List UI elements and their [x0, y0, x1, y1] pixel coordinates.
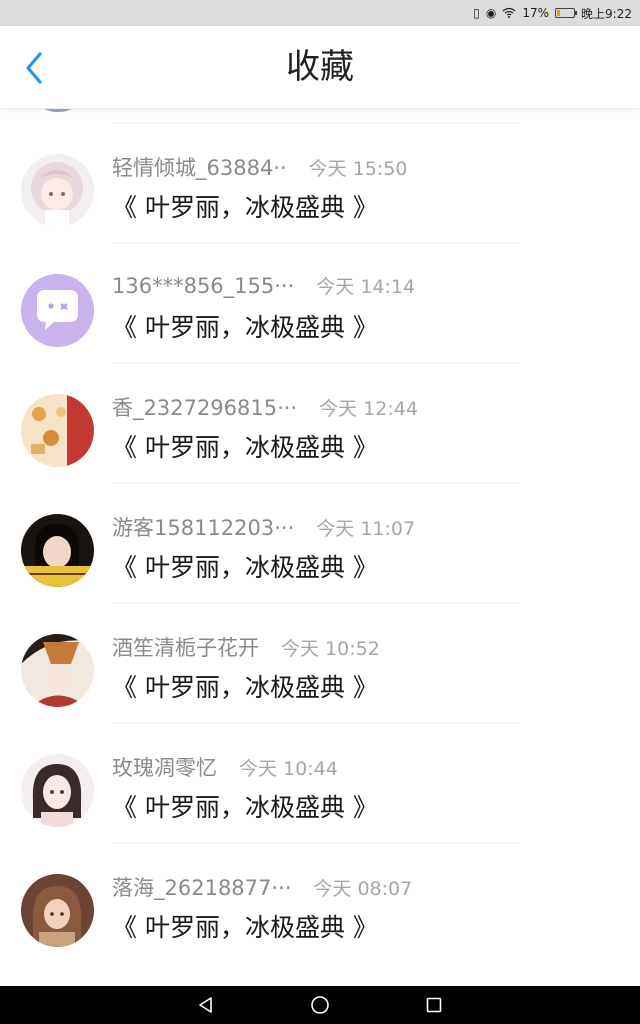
item-author: 落海_26218877··· 今天 08:07 [112, 872, 412, 902]
nav-recents-button[interactable] [422, 993, 446, 1017]
item-content: 《 叶罗丽，冰极盛典 》 [112, 313, 378, 342]
nav-home-button[interactable] [308, 993, 332, 1017]
list-item[interactable]: 酒笙清栀子花开 今天 10:52 《 叶罗丽，冰极盛典 》 [0, 604, 640, 724]
item-content: 《 叶罗丽，冰极盛典 》 [112, 913, 378, 942]
author-name: 香_2327296815··· [112, 396, 298, 420]
avatar [21, 394, 94, 467]
item-time: 今天 15:50 [308, 158, 408, 180]
list-item[interactable]: 轻情倾城_63884·· 今天 15:50 《 叶罗丽，冰极盛典 》 [0, 124, 640, 244]
item-time: 今天 11:07 [316, 518, 416, 540]
list-item[interactable]: 落海_26218877··· 今天 08:07 《 叶罗丽，冰极盛典 》 [0, 844, 640, 964]
chat-bubble-icon [21, 274, 94, 347]
item-content: 《 叶罗丽，冰极盛典 》 [112, 673, 378, 702]
list-item[interactable]: 香_2327296815··· 今天 12:44 《 叶罗丽，冰极盛典 》 [0, 364, 640, 484]
avatar [21, 634, 94, 707]
item-author: 轻情倾城_63884·· 今天 15:50 [112, 152, 407, 182]
item-author: 玫瑰凋零忆 今天 10:44 [112, 752, 338, 782]
item-author: 游客158112203··· 今天 11:07 [112, 512, 415, 542]
author-name: 游客158112203··· [112, 516, 295, 540]
triangle-back-icon [199, 997, 212, 1013]
square-recents-icon [426, 997, 442, 1013]
list-item[interactable]: 136***856_155··· 今天 14:14 《 叶罗丽，冰极盛典 》 [0, 244, 640, 364]
item-time: 今天 10:52 [281, 638, 380, 660]
item-time: 今天 10:44 [239, 758, 338, 780]
battery-level [557, 10, 561, 16]
list-item[interactable]: 玫瑰凋零忆 今天 10:44 《 叶罗丽，冰极盛典 》 [0, 724, 640, 844]
author-name: 玫瑰凋零忆 [112, 756, 217, 780]
page-title: 收藏 [286, 47, 354, 87]
item-time: 今天 12:44 [319, 398, 418, 420]
item-content: 《 叶罗丽，冰极盛典 》 [112, 553, 378, 582]
item-author: 136***856_155··· 今天 14:14 [112, 272, 415, 299]
author-name: 轻情倾城_63884·· [112, 156, 287, 180]
item-content: 《 叶罗丽，冰极盛典 》 [112, 793, 378, 822]
item-time: 今天 14:14 [316, 276, 416, 298]
circle-home-icon [311, 996, 329, 1014]
author-name: 136***856_155··· [112, 274, 295, 298]
avatar [21, 874, 94, 947]
nav-back-button[interactable] [194, 993, 218, 1017]
item-author: 香_2327296815··· 今天 12:44 [112, 392, 418, 422]
app-header: 收藏 [0, 26, 640, 109]
system-nav-bar [0, 986, 640, 1024]
item-content: 《 叶罗丽，冰极盛典 》 [112, 433, 378, 462]
item-author: 酒笙清栀子花开 今天 10:52 [112, 632, 380, 662]
avatar [21, 154, 94, 227]
avatar [21, 274, 94, 347]
item-time: 今天 08:07 [313, 878, 413, 900]
avatar [21, 514, 94, 587]
author-name: 酒笙清栀子花开 [112, 636, 259, 660]
author-name: 落海_26218877··· [112, 876, 292, 900]
favorites-list[interactable]: 《 叶罗丽，冰极盛典 》 轻情倾城_63884·· 今天 15:50 《 叶罗丽，… [0, 84, 640, 964]
item-content: 《 叶罗丽，冰极盛典 》 [112, 193, 378, 222]
list-item[interactable]: 游客158112203··· 今天 11:07 《 叶罗丽，冰极盛典 》 [0, 484, 640, 604]
avatar [21, 754, 94, 827]
